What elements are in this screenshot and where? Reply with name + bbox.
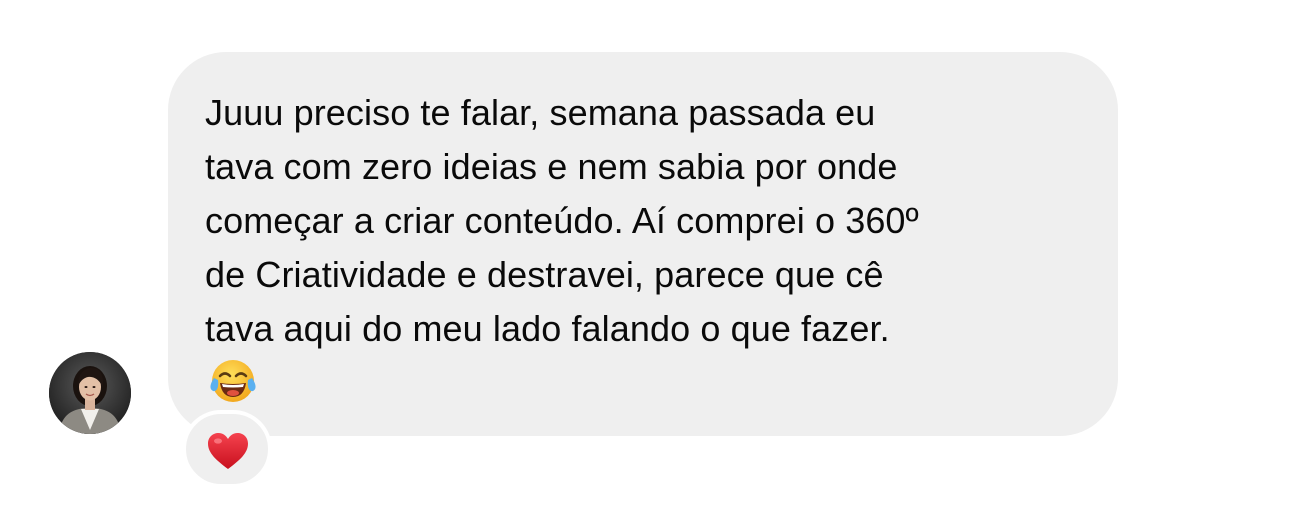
sender-avatar[interactable] [49, 352, 131, 434]
avatar-photo [49, 352, 131, 434]
red-heart-icon [208, 433, 248, 469]
message-line: tava aqui do meu lado falando o que faze… [205, 308, 890, 349]
face-with-tears-of-joy-icon [210, 360, 256, 402]
chat-view: Juuu preciso te falar, semana passada eu… [0, 0, 1290, 508]
reaction-badge[interactable] [182, 410, 272, 488]
message-line: começar a criar conteúdo. Aí comprei o 3… [205, 200, 919, 241]
message-line: de Criatividade e destravei, parece que … [205, 254, 884, 295]
message-bubble[interactable]: Juuu preciso te falar, semana passada eu… [168, 52, 1118, 436]
message-line: Juuu preciso te falar, semana passada eu [205, 92, 876, 133]
message-line: tava com zero ideias e nem sabia por ond… [205, 146, 898, 187]
message-text: Juuu preciso te falar, semana passada eu… [205, 86, 1065, 356]
